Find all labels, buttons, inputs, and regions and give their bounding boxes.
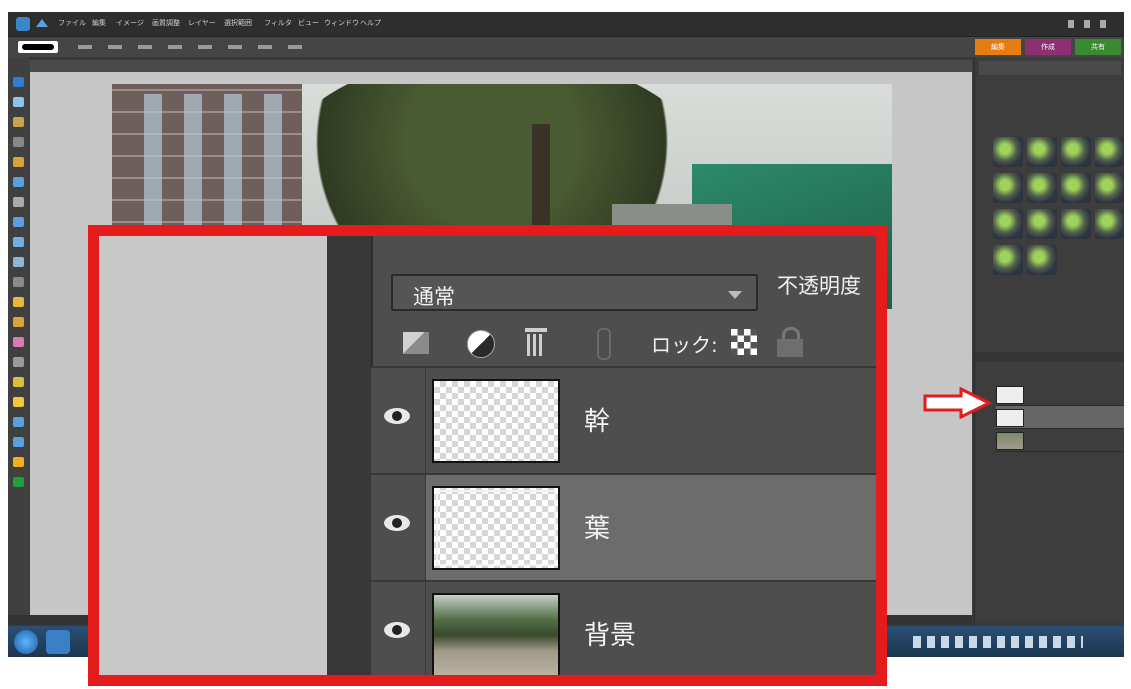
start-button-icon[interactable] xyxy=(14,630,38,654)
menu-filter[interactable]: フィルタ xyxy=(264,18,292,28)
magic-wand-icon[interactable] xyxy=(13,177,24,187)
menu-view[interactable]: ビュー xyxy=(298,18,319,28)
menu-image[interactable]: イメージ xyxy=(116,18,144,28)
effect-thumb[interactable] xyxy=(1061,209,1091,239)
eye-icon[interactable] xyxy=(384,622,410,638)
marquee-tool-icon[interactable] xyxy=(13,137,24,147)
effect-thumb[interactable] xyxy=(1027,137,1057,167)
lasso-tool-icon[interactable] xyxy=(13,157,24,167)
effect-thumb[interactable] xyxy=(1095,173,1124,203)
menu-select[interactable]: 選択範囲 xyxy=(224,18,252,28)
color-swatch-icon[interactable] xyxy=(13,477,24,487)
brush-tool-icon[interactable] xyxy=(13,317,24,327)
home-icon[interactable] xyxy=(36,19,48,27)
chevron-down-icon xyxy=(728,291,742,299)
mini-layer-row[interactable] xyxy=(996,429,1124,452)
new-layer-icon[interactable] xyxy=(403,332,429,354)
opacity-label: 不透明度 xyxy=(777,274,861,298)
document-title-bar xyxy=(30,60,972,72)
eyedropper-icon[interactable] xyxy=(13,117,24,127)
type-tool-icon[interactable] xyxy=(13,197,24,207)
menu-enhance[interactable]: 画質調整 xyxy=(152,18,180,28)
lock-transparency-icon[interactable] xyxy=(731,329,757,355)
effects-grid xyxy=(975,97,1124,277)
effect-thumb[interactable] xyxy=(1095,209,1124,239)
panel-tabs[interactable] xyxy=(979,61,1121,75)
layer-name: 葉 xyxy=(584,514,611,544)
effect-thumb[interactable] xyxy=(1095,137,1124,167)
layer-thumbnail-photo xyxy=(432,593,560,675)
shape-tool-icon[interactable] xyxy=(13,397,24,407)
mini-layer-row-selected[interactable] xyxy=(996,406,1124,429)
eye-icon[interactable] xyxy=(384,408,410,424)
lock-icon[interactable] xyxy=(777,327,803,357)
blend-mode-select[interactable]: 通常 xyxy=(391,274,758,311)
layer-thumbnail xyxy=(432,486,560,570)
tab-edit[interactable]: 編集 xyxy=(975,39,1021,55)
zoom-callout: 通常 不透明度 ロック: 幹 葉 背景 xyxy=(88,225,887,686)
clone-tool-icon[interactable] xyxy=(13,277,24,287)
menu-window[interactable]: ウィンドウ xyxy=(324,18,359,28)
eye-icon[interactable] xyxy=(384,515,410,531)
effect-thumb[interactable] xyxy=(993,173,1023,203)
effect-thumb[interactable] xyxy=(1061,173,1091,203)
tray-icons xyxy=(913,636,1083,648)
crop-tool-icon[interactable] xyxy=(13,217,24,227)
layer-row[interactable]: 幹 xyxy=(371,366,876,474)
toolbox xyxy=(8,57,31,617)
adjustment-layer-icon[interactable] xyxy=(467,330,495,358)
gradient-tool-icon[interactable] xyxy=(13,377,24,387)
zoom-tool-icon[interactable] xyxy=(13,97,24,107)
app-logo-icon xyxy=(16,17,30,31)
redeye-tool-icon[interactable] xyxy=(13,237,24,247)
layers-panel-header xyxy=(975,352,1124,362)
layer-row[interactable]: 背景 xyxy=(371,580,876,675)
ie-icon[interactable] xyxy=(46,630,70,654)
layer-name: 幹 xyxy=(584,407,611,437)
effect-thumb[interactable] xyxy=(1027,209,1057,239)
layer-row-selected[interactable]: 葉 xyxy=(371,473,876,581)
menu-bar: ファイル 編集 イメージ 画質調整 レイヤー 選択範囲 フィルタ ビュー ウィン… xyxy=(8,12,1124,37)
menu-layer[interactable]: レイヤー xyxy=(188,18,216,28)
eraser-tool-icon[interactable] xyxy=(13,337,24,347)
menu-help[interactable]: ヘルプ xyxy=(360,18,381,28)
healing-tool-icon[interactable] xyxy=(13,257,24,267)
tool-options-bar xyxy=(8,37,1124,57)
small-arrow-icon xyxy=(923,387,993,419)
brush-preview[interactable] xyxy=(18,41,58,53)
menu-file[interactable]: ファイル xyxy=(58,18,86,28)
layer-thumbnail xyxy=(432,379,560,463)
lock-label: ロック: xyxy=(651,333,718,357)
right-panels xyxy=(974,57,1124,622)
mini-layer-row[interactable] xyxy=(996,383,1124,406)
move-tool-icon[interactable] xyxy=(13,77,24,87)
tab-create[interactable]: 作成 xyxy=(1025,39,1071,55)
bucket-tool-icon[interactable] xyxy=(13,357,24,367)
effect-thumb[interactable] xyxy=(1027,245,1057,275)
dodge-tool-icon[interactable] xyxy=(13,457,24,467)
effect-thumb[interactable] xyxy=(993,245,1023,275)
effect-thumb[interactable] xyxy=(993,137,1023,167)
effect-thumb[interactable] xyxy=(993,209,1023,239)
blur-tool-icon[interactable] xyxy=(13,417,24,427)
mode-tabs: 編集 作成 共有 xyxy=(975,39,1124,55)
blend-mode-value: 通常 xyxy=(413,285,455,309)
layer-name: 背景 xyxy=(584,621,637,651)
sponge-tool-icon[interactable] xyxy=(13,437,24,447)
effect-thumb[interactable] xyxy=(1027,173,1057,203)
tab-share[interactable]: 共有 xyxy=(1075,39,1121,55)
link-icon[interactable] xyxy=(597,328,611,360)
pencil-tool-icon[interactable] xyxy=(13,297,24,307)
menu-edit[interactable]: 編集 xyxy=(92,18,106,28)
effect-thumb[interactable] xyxy=(1061,137,1091,167)
window-controls[interactable] xyxy=(1068,20,1116,28)
trash-icon[interactable] xyxy=(525,328,547,356)
